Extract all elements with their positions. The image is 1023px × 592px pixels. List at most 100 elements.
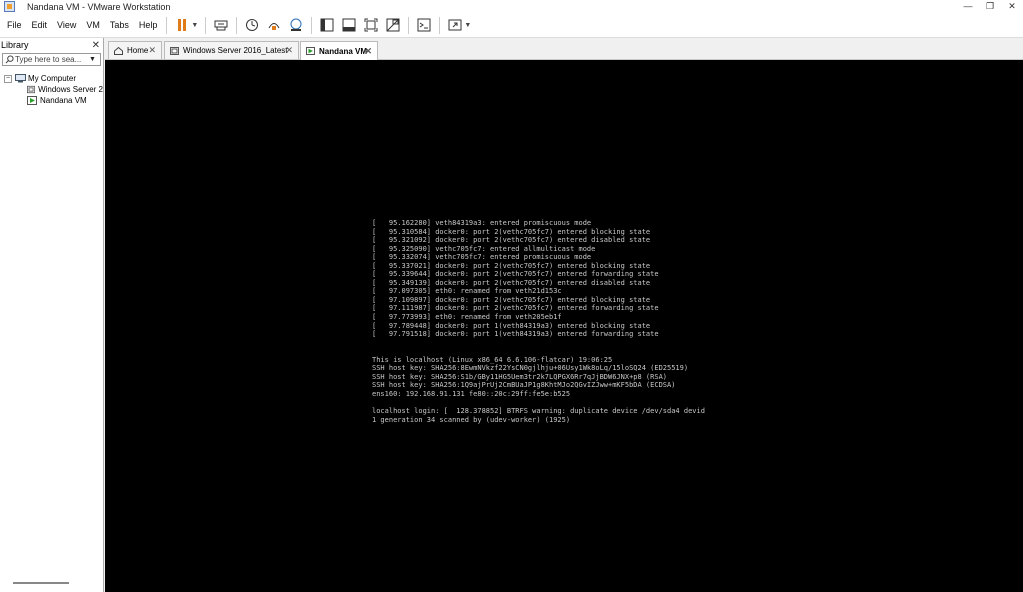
tab-close-button[interactable]: ✕: [148, 45, 156, 56]
vm-console[interactable]: [ 95.162280] veth84319a3: entered promis…: [105, 60, 1023, 592]
menu-file[interactable]: File: [2, 20, 27, 30]
tab-close-button[interactable]: ✕: [364, 46, 372, 57]
stretch-guest-button[interactable]: [445, 15, 465, 35]
console-line: [ 95.339644] docker0: port 2(vethc705fc7…: [372, 270, 659, 279]
tree-item-label: Windows Server 2: [38, 85, 103, 94]
console-line: [ 95.337021] docker0: port 2(vethc705fc7…: [372, 261, 651, 270]
library-panel: Library ✕ ▼ − My Computer Windows Server…: [0, 38, 104, 592]
tree-item-windows-server[interactable]: Windows Server 2: [0, 84, 103, 95]
toolbar-separator: [236, 16, 238, 34]
console-line: [ 95.310584] docker0: port 2(vethc705fc7…: [372, 227, 651, 236]
vmware-logo-icon: [4, 1, 15, 12]
title-bar: Nandana VM - VMware Workstation — ❐ ✕: [0, 0, 1023, 13]
minimize-button[interactable]: —: [957, 0, 979, 13]
menu-vm[interactable]: VM: [81, 20, 105, 30]
send-ctrl-alt-del-button[interactable]: [211, 15, 231, 35]
console-line: This is localhost (Linux x86_64 6.6.106-…: [372, 355, 613, 364]
power-dropdown-caret[interactable]: ▼: [191, 22, 198, 29]
console-line: ens160: 192.168.91.131 fe80::20c:29ff:fe…: [372, 389, 571, 398]
window-title: Nandana VM - VMware Workstation: [27, 1, 171, 12]
send-ctrl-alt-del-icon: [214, 20, 228, 31]
console-line: SSH host key: SHA256:8EwmNVkzf22YsCN0gjl…: [372, 364, 689, 373]
take-snapshot-button[interactable]: [242, 15, 262, 35]
revert-snapshot-button[interactable]: [264, 15, 284, 35]
library-close-button[interactable]: ✕: [92, 40, 100, 51]
tree-collapse-toggle[interactable]: −: [4, 74, 12, 83]
tab-strip: Home ✕ Windows Server 2016_Latest ✕ Nand…: [105, 38, 1023, 60]
vm-icon: [27, 85, 36, 94]
toolbar-separator: [311, 16, 313, 34]
maximize-button[interactable]: ❐: [979, 0, 1001, 13]
tab-windows-server[interactable]: Windows Server 2016_Latest ✕: [164, 41, 299, 59]
full-screen-icon: [364, 18, 378, 32]
window-controls: — ❐ ✕: [957, 0, 1023, 13]
pause-button[interactable]: [172, 15, 192, 35]
full-screen-button[interactable]: [361, 15, 381, 35]
search-icon: [3, 54, 15, 65]
console-line: [ 95.321092] docker0: port 2(vethc705fc7…: [372, 236, 651, 245]
console-line: SSH host key: SHA256:1Q9ajPrUj2CmBUaJP1g…: [372, 381, 676, 390]
menu-toolbar: File Edit View VM Tabs Help ▼ ▼: [0, 13, 1023, 38]
unity-icon: [386, 18, 400, 32]
search-dropdown-caret[interactable]: ▼: [89, 56, 96, 63]
tab-label: Nandana VM: [319, 46, 368, 56]
console-line: [ 97.111987] docker0: port 2(vethc705fc7…: [372, 304, 659, 313]
console-line: [ 97.097305] eth0: renamed from veth21d1…: [372, 287, 562, 296]
console-line: [ 95.332074] vethc705fc7: entered promis…: [372, 253, 592, 262]
menu-tabs[interactable]: Tabs: [105, 20, 134, 30]
console-line: 1 generation 34 scanned by (udev-worker)…: [372, 415, 571, 424]
console-line: [ 95.325090] vethc705fc7: entered allmul…: [372, 244, 596, 253]
snapshot-manager-button[interactable]: [286, 15, 306, 35]
menu-view[interactable]: View: [52, 20, 81, 30]
toolbar-separator: [408, 16, 410, 34]
unity-button[interactable]: [383, 15, 403, 35]
revert-snapshot-icon: [268, 23, 280, 30]
show-library-icon: [320, 18, 334, 32]
vm-icon: [170, 46, 179, 55]
tab-close-button[interactable]: ✕: [285, 45, 293, 56]
console-line: [ 97.773993] eth0: renamed from veth205e…: [372, 313, 562, 322]
thumbnail-bar-button[interactable]: [339, 15, 359, 35]
console-line: [ 95.349139] docker0: port 2(vethc705fc7…: [372, 278, 651, 287]
toolbar-separator: [166, 16, 168, 34]
pause-icon: [178, 19, 187, 31]
console-line: localhost login: [ 128.378852] BTRFS war…: [372, 407, 705, 416]
tab-label: Windows Server 2016_Latest: [183, 46, 288, 55]
snapshot-icon: [246, 19, 259, 31]
library-search-input[interactable]: [15, 55, 87, 64]
console-view-icon: [417, 18, 431, 32]
toolbar-separator: [439, 16, 441, 34]
tab-label: Home: [127, 46, 149, 55]
tab-home[interactable]: Home ✕: [108, 41, 162, 59]
library-search: ▼: [2, 53, 101, 66]
console-line: [ 97.791518] docker0: port 1(veth84319a3…: [372, 330, 659, 339]
snapshot-manager-icon: [290, 18, 302, 31]
console-view-button[interactable]: [414, 15, 434, 35]
tree-item-nandana-vm[interactable]: Nandana VM: [0, 95, 103, 106]
tab-nandana-vm[interactable]: Nandana VM ✕: [300, 41, 378, 60]
console-line: [ 97.109897] docker0: port 2(vethc705fc7…: [372, 295, 651, 304]
home-icon: [114, 46, 123, 55]
computer-icon: [15, 74, 26, 83]
tree-item-label: My Computer: [28, 74, 77, 83]
toolbar-separator: [205, 16, 207, 34]
console-output: [ 95.162280] veth84319a3: entered promis…: [372, 219, 705, 424]
console-line: SSH host key: SHA256:S1b/GBy11HG5Uem3tr2…: [372, 372, 668, 381]
stretch-dropdown-caret[interactable]: ▼: [464, 22, 471, 29]
library-header: Library ✕: [0, 38, 103, 52]
console-line: [ 97.789448] docker0: port 1(veth84319a3…: [372, 321, 651, 330]
thumbnail-bar-icon: [342, 18, 356, 32]
vm-running-icon: [27, 96, 37, 105]
menu-help[interactable]: Help: [134, 20, 163, 30]
tree-item-my-computer[interactable]: − My Computer: [0, 73, 103, 84]
library-title: Library: [1, 40, 29, 50]
show-library-button[interactable]: [317, 15, 337, 35]
library-tree: − My Computer Windows Server 2 Nandana V…: [0, 73, 103, 106]
stretch-guest-icon: [448, 19, 462, 31]
library-horizontal-scrollbar[interactable]: [13, 582, 69, 584]
menu-edit[interactable]: Edit: [27, 20, 53, 30]
close-window-button[interactable]: ✕: [1001, 0, 1023, 13]
